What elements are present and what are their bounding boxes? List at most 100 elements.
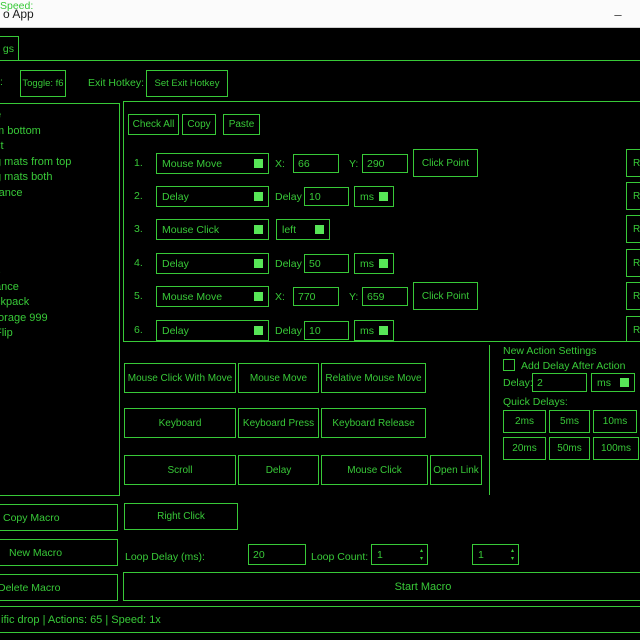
delay-label: Delay (275, 325, 302, 337)
mouse-click-with-move-button[interactable]: Mouse Click With Move (124, 363, 236, 393)
macro-list-item-empty (0, 248, 119, 264)
delay-input[interactable] (304, 321, 349, 340)
remove-button[interactable]: Remove (626, 149, 640, 177)
spinner-arrows[interactable]: ▴▾ (420, 547, 423, 563)
dropdown-square-icon (379, 259, 388, 268)
macro-list[interactable]: e m bottom st g mats from top g mats bot… (0, 103, 120, 496)
set-exit-hotkey-button[interactable]: Set Exit Hotkey (146, 70, 228, 97)
minimize-button[interactable]: – (604, 0, 632, 28)
click-point-button[interactable]: Click Point (413, 282, 478, 310)
action-type-dropdown[interactable]: Mouse Click (156, 219, 269, 240)
loop-delay-label: Loop Delay (ms): (125, 551, 205, 563)
spinner-down-icon[interactable]: ▾ (511, 555, 514, 563)
paste-button[interactable]: Paste (223, 114, 260, 135)
ms-dropdown[interactable]: ms (354, 320, 394, 341)
macro-list-item[interactable]: e (0, 108, 119, 124)
exit-hotkey-label: Exit Hotkey: (88, 77, 144, 89)
click-point-button[interactable]: Click Point (413, 149, 478, 177)
quick-delay-2ms-button[interactable]: 2ms (503, 410, 546, 433)
delay-button[interactable]: Delay (238, 455, 319, 485)
speed-spinner[interactable]: 1 ▴▾ (472, 544, 519, 565)
mouse-click-button[interactable]: Mouse Click (321, 455, 428, 485)
action-type-dropdown[interactable]: Delay (156, 253, 269, 274)
x-label: X: (275, 291, 285, 303)
delete-macro-button[interactable]: Delete Macro (0, 574, 118, 601)
macro-list-item[interactable]: ckpack (0, 295, 119, 311)
loop-count-label: Loop Count: (311, 551, 368, 563)
action-type-dropdown[interactable]: Mouse Move (156, 286, 269, 307)
y-label: Y: (349, 291, 358, 303)
tab-settings[interactable]: gs (0, 36, 19, 61)
action-index: 5. (134, 290, 143, 302)
keyboard-button[interactable]: Keyboard (124, 408, 236, 438)
action-index: 4. (134, 257, 143, 269)
new-macro-button[interactable]: New Macro (0, 539, 118, 566)
right-click-button[interactable]: Right Click (124, 503, 238, 530)
macro-list-item[interactable]: rance (0, 186, 119, 202)
action-row: 2. Delay Delay ms Remove (124, 186, 640, 207)
check-all-button[interactable]: Check All (128, 114, 179, 135)
mouse-button-dropdown[interactable]: left (276, 219, 330, 240)
action-index: 3. (134, 223, 143, 235)
remove-button[interactable]: Remove (626, 249, 640, 277)
action-type-value: Mouse Move (162, 158, 222, 170)
start-macro-button[interactable]: Start Macro (123, 572, 640, 601)
ms-value: ms (360, 258, 374, 270)
macro-list-item[interactable]: m bottom (0, 124, 119, 140)
delay-input[interactable] (304, 254, 349, 273)
action-type-value: Mouse Click (162, 224, 219, 236)
copy-button[interactable]: Copy (182, 114, 216, 135)
macro-list-item[interactable]: Flip (0, 326, 119, 342)
spinner-up-icon[interactable]: ▴ (420, 547, 423, 555)
relative-mouse-move-button[interactable]: Relative Mouse Move (321, 363, 426, 393)
quick-delay-5ms-button[interactable]: 5ms (549, 410, 590, 433)
dropdown-square-icon (254, 259, 263, 268)
add-delay-checkbox[interactable] (503, 359, 515, 371)
action-type-dropdown[interactable]: Mouse Move (156, 153, 269, 174)
macro-list-item[interactable]: torage 999 (0, 311, 119, 327)
quick-delay-50ms-button[interactable]: 50ms (549, 437, 590, 460)
ms-value: ms (360, 325, 374, 337)
keyboard-release-button[interactable]: Keyboard Release (321, 408, 426, 438)
quick-delay-20ms-button[interactable]: 20ms (503, 437, 546, 460)
open-link-button[interactable]: Open Link (430, 455, 482, 485)
keyboard-press-button[interactable]: Keyboard Press (238, 408, 319, 438)
action-type-dropdown[interactable]: Delay (156, 186, 269, 207)
spinner-down-icon[interactable]: ▾ (420, 555, 423, 563)
remove-button[interactable]: Remove (626, 215, 640, 243)
macro-list-item[interactable]: st (0, 139, 119, 155)
ms-dropdown[interactable]: ms (354, 253, 394, 274)
loop-count-value: 1 (377, 549, 383, 561)
macro-list-item[interactable]: g mats from top (0, 155, 119, 171)
loop-delay-input[interactable] (248, 544, 306, 565)
new-action-ms-dropdown[interactable]: ms (591, 373, 635, 392)
copy-macro-button[interactable]: Copy Macro (0, 504, 118, 531)
macro-list-item-empty (0, 217, 119, 233)
loop-count-spinner[interactable]: 1 ▴▾ (371, 544, 428, 565)
dropdown-square-icon (254, 292, 263, 301)
spinner-up-icon[interactable]: ▴ (511, 547, 514, 555)
macro-list-item[interactable]: s (0, 264, 119, 280)
y-input[interactable] (362, 154, 408, 173)
x-input[interactable] (293, 287, 339, 306)
scroll-button[interactable]: Scroll (124, 455, 236, 485)
macro-list-item[interactable]: ance (0, 280, 119, 296)
new-action-delay-input[interactable] (532, 373, 587, 392)
delay-input[interactable] (304, 187, 349, 206)
remove-button[interactable]: Remove (626, 316, 640, 342)
action-type-dropdown[interactable]: Delay (156, 320, 269, 341)
y-input[interactable] (362, 287, 408, 306)
quick-delay-100ms-button[interactable]: 100ms (593, 437, 639, 460)
spinner-arrows[interactable]: ▴▾ (511, 547, 514, 563)
x-input[interactable] (293, 154, 339, 173)
y-label: Y: (349, 158, 358, 170)
macro-list-item[interactable]: g mats both (0, 170, 119, 186)
mouse-move-button[interactable]: Mouse Move (238, 363, 319, 393)
status-text: ific drop | Actions: 65 | Speed: 1x (1, 614, 161, 626)
toggle-hotkey-button[interactable]: Toggle: f6 (20, 70, 66, 97)
remove-button[interactable]: Remove (626, 182, 640, 210)
dropdown-square-icon (315, 225, 324, 234)
remove-button[interactable]: Remove (626, 282, 640, 310)
quick-delay-10ms-button[interactable]: 10ms (593, 410, 637, 433)
ms-dropdown[interactable]: ms (354, 186, 394, 207)
